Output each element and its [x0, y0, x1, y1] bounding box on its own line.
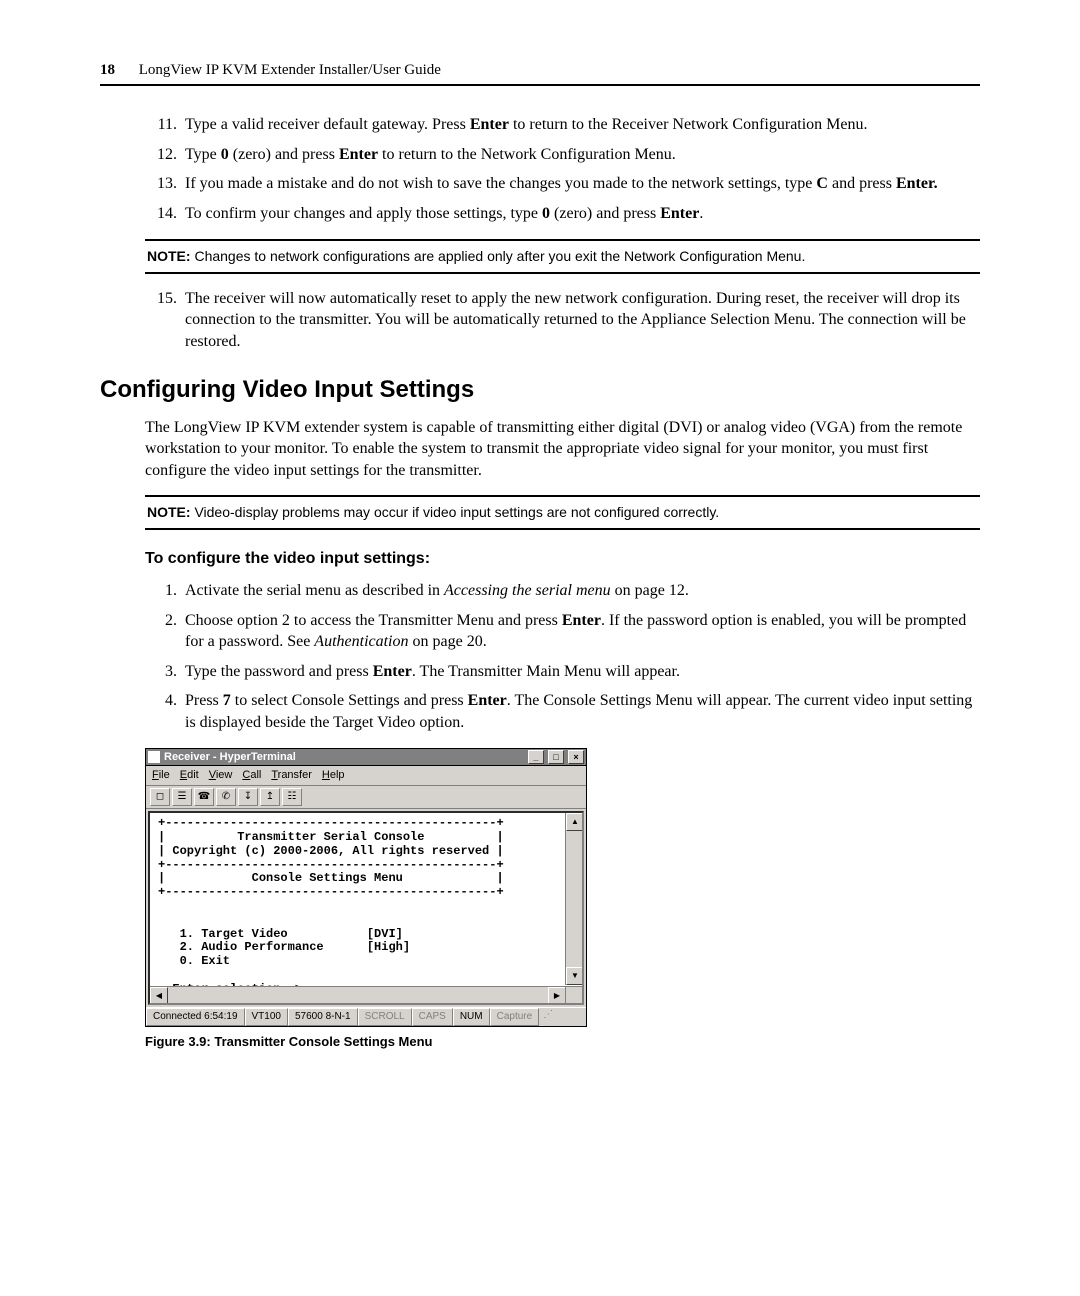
resize-grip[interactable] — [565, 986, 582, 1003]
step-3: Type the password and press Enter. The T… — [181, 661, 980, 683]
menu-call[interactable]: Call — [242, 768, 261, 783]
grip-icon: ⋰ — [539, 1008, 555, 1026]
step-15: The receiver will now automatically rese… — [181, 288, 980, 353]
menu-transfer[interactable]: Transfer — [271, 768, 312, 783]
status-num: NUM — [453, 1008, 490, 1026]
step-text: To confirm your changes and apply those … — [185, 205, 703, 222]
receive-icon[interactable]: ↥ — [260, 788, 280, 806]
menubar: File Edit View Call Transfer Help — [146, 766, 586, 786]
step-2: Choose option 2 to access the Transmitte… — [181, 610, 980, 653]
note-text: Video-display problems may occur if vide… — [194, 504, 719, 520]
step-text: If you made a mistake and do not wish to… — [185, 175, 938, 192]
titlebar[interactable]: Receiver - HyperTerminal _ □ × — [146, 749, 586, 767]
connect-icon[interactable]: ☎ — [194, 788, 214, 806]
note-box-2: NOTE: Video-display problems may occur i… — [145, 495, 980, 530]
menu-file[interactable]: File — [152, 768, 170, 783]
hyperterminal-window: Receiver - HyperTerminal _ □ × File Edit… — [145, 748, 587, 1027]
page-number: 18 — [100, 62, 115, 78]
terminal-output[interactable]: +---------------------------------------… — [148, 811, 584, 1005]
terminal-text: +---------------------------------------… — [150, 813, 582, 1000]
status-emulation: VT100 — [245, 1008, 288, 1026]
note-text: Changes to network configurations are ap… — [194, 248, 805, 264]
disconnect-icon[interactable]: ✆ — [216, 788, 236, 806]
figure-3-9: Receiver - HyperTerminal _ □ × File Edit… — [145, 748, 980, 1051]
status-caps: CAPS — [412, 1008, 453, 1026]
step-12: Type 0 (zero) and press Enter to return … — [181, 144, 980, 166]
scroll-down-icon[interactable]: ▼ — [566, 967, 584, 985]
step-11: Type a valid receiver default gateway. P… — [181, 114, 980, 136]
step-14: To confirm your changes and apply those … — [181, 203, 980, 225]
steps-list-3: Activate the serial menu as described in… — [145, 580, 980, 734]
step-text: Choose option 2 to access the Transmitte… — [185, 612, 966, 651]
status-connected: Connected 6:54:19 — [146, 1008, 245, 1026]
step-1: Activate the serial menu as described in… — [181, 580, 980, 602]
figure-caption: Figure 3.9: Transmitter Console Settings… — [145, 1033, 980, 1051]
new-doc-icon[interactable]: ◻ — [150, 788, 170, 806]
menu-help[interactable]: Help — [322, 768, 345, 783]
minimize-button[interactable]: _ — [528, 750, 544, 764]
page-header: 18 LongView IP KVM Extender Installer/Us… — [100, 60, 980, 86]
statusbar: Connected 6:54:19 VT100 57600 8-N-1 SCRO… — [146, 1007, 586, 1026]
menu-edit[interactable]: Edit — [180, 768, 199, 783]
section-intro: The LongView IP KVM extender system is c… — [145, 417, 980, 482]
app-icon — [148, 751, 160, 763]
note-label: NOTE: — [147, 248, 191, 264]
status-scroll: SCROLL — [358, 1008, 412, 1026]
status-settings: 57600 8-N-1 — [288, 1008, 358, 1026]
scroll-right-icon[interactable]: ▶ — [548, 987, 566, 1005]
open-doc-icon[interactable]: ☰ — [172, 788, 192, 806]
step-text: Activate the serial menu as described in… — [185, 582, 689, 599]
steps-list-2: The receiver will now automatically rese… — [145, 288, 980, 353]
note-box-1: NOTE: Changes to network configurations … — [145, 239, 980, 274]
subheading: To configure the video input settings: — [145, 548, 980, 570]
doc-title: LongView IP KVM Extender Installer/User … — [139, 62, 441, 78]
send-icon[interactable]: ↧ — [238, 788, 258, 806]
close-button[interactable]: × — [568, 750, 584, 764]
properties-icon[interactable]: ☷ — [282, 788, 302, 806]
step-text: The receiver will now automatically rese… — [185, 290, 966, 350]
status-capture: Capture — [490, 1008, 540, 1026]
step-13: If you made a mistake and do not wish to… — [181, 173, 980, 195]
maximize-button[interactable]: □ — [548, 750, 564, 764]
menu-view[interactable]: View — [209, 768, 233, 783]
note-label: NOTE: — [147, 504, 191, 520]
step-text: Type 0 (zero) and press Enter to return … — [185, 146, 676, 163]
step-text: Press 7 to select Console Settings and p… — [185, 692, 972, 731]
page-body: Type a valid receiver default gateway. P… — [100, 114, 980, 1050]
scroll-left-icon[interactable]: ◀ — [150, 987, 168, 1005]
window-title: Receiver - HyperTerminal — [164, 750, 296, 765]
vertical-scrollbar[interactable]: ▲ ▼ — [565, 813, 582, 985]
step-text: Type the password and press Enter. The T… — [185, 663, 680, 680]
scroll-up-icon[interactable]: ▲ — [566, 813, 584, 831]
section-heading: Configuring Video Input Settings — [100, 374, 980, 406]
toolbar: ◻ ☰ ☎ ✆ ↧ ↥ ☷ — [146, 786, 586, 809]
steps-list-1: Type a valid receiver default gateway. P… — [145, 114, 980, 224]
step-4: Press 7 to select Console Settings and p… — [181, 690, 980, 733]
step-text: Type a valid receiver default gateway. P… — [185, 116, 868, 133]
horizontal-scrollbar[interactable]: ◀ ▶ — [150, 986, 566, 1003]
